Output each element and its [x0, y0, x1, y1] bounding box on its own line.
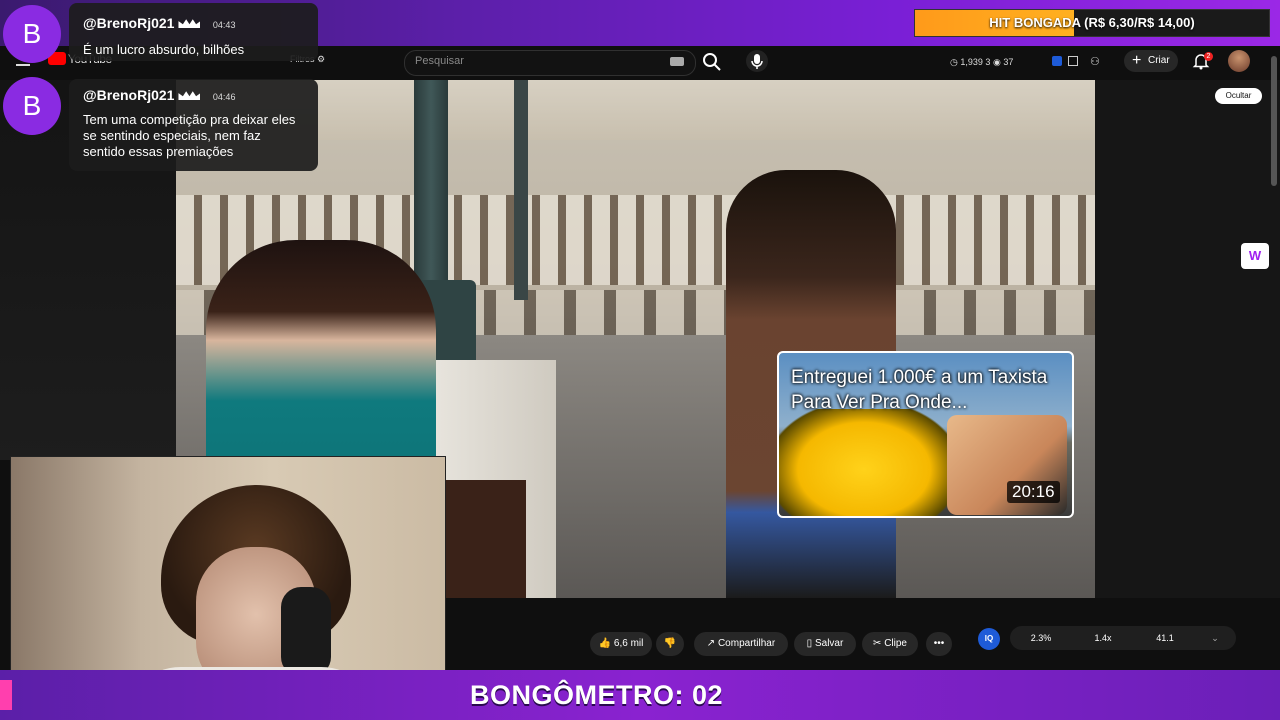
clip-label: Clipe	[884, 638, 907, 649]
clock-icon: ◷	[950, 57, 958, 67]
keyboard-icon[interactable]	[670, 57, 684, 66]
metric-value: 41.1	[1156, 633, 1174, 643]
suggested-video-card[interactable]: Entreguei 1.000€ a um Taxista Para Ver P…	[777, 351, 1074, 518]
like-button[interactable]: 👍 6,6 mil	[590, 632, 652, 656]
bookmark-icon: ▯	[806, 638, 813, 649]
thumbnail-yellow-car	[779, 409, 949, 516]
chat-timestamp: 04:46	[212, 92, 236, 102]
sliders-icon: ⚙	[317, 54, 326, 64]
create-button[interactable]: + Criar	[1124, 50, 1178, 72]
more-actions-button[interactable]: •••	[926, 632, 952, 656]
suggested-video-duration: 20:16	[1007, 481, 1060, 503]
eye-icon: ◉	[992, 57, 1001, 67]
search-button[interactable]	[700, 50, 724, 74]
chat-message: @BrenoRj021 04:43 É um lucro absurdo, bi…	[69, 3, 318, 61]
like-count: 6,6 mil	[613, 638, 644, 649]
chat-timestamp: 04:43	[212, 20, 236, 30]
suggested-video-title: Entreguei 1.000€ a um Taxista Para Ver P…	[791, 367, 1048, 413]
chat-text: Tem uma competição pra deixar eles se se…	[83, 112, 296, 159]
save-label: Salvar	[814, 638, 844, 649]
crown-icon	[178, 91, 201, 101]
side-widget-icon[interactable]: W	[1241, 243, 1269, 269]
create-label: Criar	[1148, 55, 1170, 66]
list-icon[interactable]	[1068, 56, 1078, 66]
search-placeholder: Pesquisar	[415, 55, 464, 67]
plus-icon: +	[1132, 52, 1142, 69]
page-scrollbar[interactable]	[1271, 56, 1277, 186]
metrics-bar: 2.3% 1.4x 41.1 ⌄	[1010, 626, 1236, 650]
extension-stats: ◷ 1,939 3 ◉ 37	[950, 54, 1013, 70]
hide-button[interactable]: Ocultar	[1215, 88, 1262, 104]
search-icon	[703, 53, 721, 71]
pink-accent	[0, 680, 12, 710]
clip-button[interactable]: ✂ Clipe	[862, 632, 918, 656]
dislike-button[interactable]: 👎	[656, 632, 684, 656]
voice-search-button[interactable]	[746, 50, 768, 72]
bongometer-counter: BONGÔMETRO: 02	[470, 680, 724, 710]
gift-icon[interactable]: ⚇	[1090, 55, 1100, 68]
thumbs-up-icon: 👍	[598, 638, 612, 649]
stat-views: 1,939	[960, 57, 983, 67]
more-icon: •••	[933, 638, 945, 649]
right-background	[1095, 80, 1280, 600]
hit-progress-bar: HIT BONGADA (R$ 6,30/R$ 14,00)	[914, 9, 1270, 37]
webcam-headset	[281, 587, 331, 677]
search-input[interactable]: Pesquisar	[404, 50, 696, 76]
chat-username: @BrenoRj021	[83, 15, 175, 31]
chat-avatar: B	[3, 77, 61, 135]
metric-value: 2.3%	[1030, 633, 1052, 643]
stat-count-a: 3	[985, 57, 991, 67]
chat-username: @BrenoRj021	[83, 87, 175, 103]
share-button[interactable]: ↗ Compartilhar	[694, 632, 788, 656]
chat-username-row: @BrenoRj021 04:43	[83, 15, 235, 33]
chat-text: É um lucro absurdo, bilhões	[83, 42, 245, 57]
hide-label: Ocultar	[1225, 91, 1252, 100]
microphone-icon	[751, 54, 763, 69]
share-label: Compartilhar	[717, 638, 776, 649]
scissors-icon: ✂	[873, 638, 882, 649]
iq-extension-icon[interactable]: IQ	[978, 628, 1000, 650]
account-avatar[interactable]	[1228, 50, 1250, 72]
crown-icon	[178, 19, 201, 29]
video-lamp-post-2	[514, 80, 528, 300]
extension-icon[interactable]	[1052, 56, 1062, 66]
stat-count-b: 37	[1003, 57, 1014, 67]
save-button[interactable]: ▯ Salvar	[794, 632, 856, 656]
chat-message: @BrenoRj021 04:46 Tem uma competição pra…	[69, 79, 318, 171]
chat-username-row: @BrenoRj021 04:46	[83, 87, 235, 105]
chevron-down-icon[interactable]: ⌄	[1200, 626, 1230, 650]
hit-progress-label: HIT BONGADA (R$ 6,30/R$ 14,00)	[989, 15, 1195, 30]
metric-value: 1.4x	[1094, 633, 1112, 643]
notification-badge: 2	[1204, 52, 1213, 61]
chat-avatar: B	[3, 5, 61, 63]
share-icon: ↗	[706, 638, 716, 649]
thumbs-down-icon: 👎	[663, 638, 677, 649]
